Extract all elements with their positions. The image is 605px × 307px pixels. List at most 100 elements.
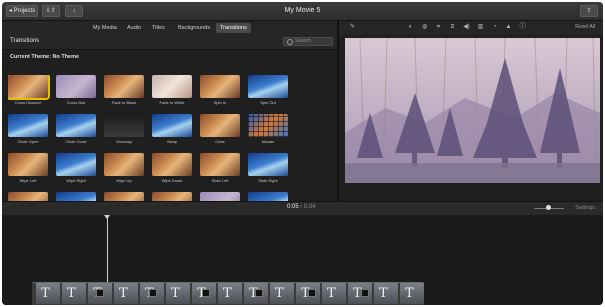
pane-divider[interactable]	[337, 21, 339, 201]
timeline-toolbar: 0:05 / 0:34 Settings	[2, 201, 603, 216]
transition-tile[interactable]: Circle Open	[8, 114, 52, 144]
title-frame-icon: T	[275, 286, 284, 301]
transition-tile[interactable]: Circle Close	[56, 114, 100, 144]
clip-frame[interactable]: T	[36, 283, 60, 304]
transition-thumbnail[interactable]	[56, 153, 96, 176]
transition-label: Mosaic	[261, 139, 275, 144]
current-time: 0:05	[287, 204, 299, 210]
transition-thumbnail[interactable]	[104, 114, 144, 137]
search-placeholder: Search	[295, 38, 311, 44]
magic-wand-icon[interactable]: ✎	[349, 24, 356, 31]
clip-frame[interactable]: T	[114, 283, 138, 304]
transition-label: Swap	[166, 139, 177, 144]
color-correction-icon[interactable]: ◍	[421, 24, 428, 31]
clip-frame[interactable]: T	[62, 283, 86, 304]
crop-icon[interactable]: ⌗	[435, 24, 442, 31]
transition-marker-icon[interactable]	[96, 289, 104, 297]
transition-thumbnail[interactable]	[8, 75, 50, 100]
tab-backgrounds[interactable]: Backgrounds	[174, 23, 214, 33]
volume-icon[interactable]: ◀)	[463, 24, 470, 31]
clip-frame[interactable]: T	[218, 283, 242, 304]
transition-thumbnail[interactable]	[8, 114, 48, 137]
transition-tile[interactable]: Doorway	[104, 114, 148, 144]
transition-label: Wipe Left	[19, 178, 37, 183]
zoom-slider-handle[interactable]	[545, 205, 551, 210]
transition-tile[interactable]: Spin In	[200, 75, 244, 105]
viewer-toolbar: Reset All ✎ ◐ ◍ ⌗ ⧖ ◀) ▥ ◔ ▲ ⓘ	[339, 21, 603, 35]
transition-thumbnail[interactable]	[248, 153, 288, 176]
tab-titles[interactable]: Titles	[148, 23, 169, 33]
clip-frame[interactable]: T	[166, 283, 190, 304]
imovie-window: ◂ Projects ⇩⇧ ↓ My Movie 5 ⇧ My Media Au…	[2, 2, 603, 305]
transition-tile[interactable]: Wipe Left	[8, 153, 52, 183]
transition-tile[interactable]: Wipe Down	[152, 153, 196, 183]
transition-tile[interactable]: Wipe Up	[104, 153, 148, 183]
transition-tile[interactable]: Swap	[152, 114, 196, 144]
clip-strip[interactable]: TTTTTTTTTTTTTTT	[32, 282, 424, 305]
transition-thumbnail[interactable]	[104, 153, 144, 176]
transition-label: Wipe Right	[66, 178, 86, 183]
transition-label: Slide Right	[258, 178, 278, 183]
tab-my-media[interactable]: My Media	[89, 23, 121, 33]
transition-tile[interactable]: Cross Dissolve	[8, 75, 52, 105]
transition-tile[interactable]: Mosaic	[248, 114, 292, 144]
transition-tile[interactable]: Slide Left	[200, 153, 244, 183]
reset-all-button[interactable]: Reset All	[575, 24, 595, 30]
title-frame-icon: T	[379, 286, 388, 301]
browser-title: Transitions	[10, 38, 40, 44]
transition-thumbnail[interactable]	[200, 153, 240, 176]
transition-thumbnail[interactable]	[248, 114, 288, 137]
clip-frame[interactable]: T	[400, 283, 424, 304]
tab-transitions[interactable]: Transitions	[216, 23, 251, 33]
clip-frame[interactable]: T	[270, 283, 294, 304]
transition-tile[interactable]: Cube	[200, 114, 244, 144]
filter-icon[interactable]: ▲	[505, 24, 512, 31]
clip-frame[interactable]: T	[374, 283, 398, 304]
settings-button[interactable]: Settings	[575, 205, 595, 211]
transition-thumbnail[interactable]	[152, 75, 192, 98]
transition-tile[interactable]: Cross Blur	[56, 75, 100, 105]
current-theme-label: Current Theme: No Theme	[10, 54, 80, 60]
transition-thumbnail[interactable]	[200, 114, 240, 137]
transition-tile[interactable]: Fade to Black	[104, 75, 148, 105]
transition-thumbnail[interactable]	[152, 153, 192, 176]
color-balance-icon[interactable]: ◐	[407, 24, 414, 31]
transition-label: Wipe Down	[161, 178, 183, 183]
title-frame-icon: T	[223, 286, 232, 301]
transition-tile[interactable]: Spin Out	[248, 75, 292, 105]
transition-marker-icon[interactable]	[308, 289, 316, 297]
transition-thumbnail[interactable]	[104, 75, 144, 98]
info-icon[interactable]: ⓘ	[519, 24, 526, 31]
transition-thumbnail[interactable]	[56, 114, 96, 137]
search-input[interactable]: Search	[283, 37, 333, 46]
transition-label: Wipe Up	[116, 178, 132, 183]
transition-label: Doorway	[116, 139, 132, 144]
transition-tile[interactable]: Wipe Right	[56, 153, 100, 183]
timeline[interactable]: TTTTTTTTTTTTTTT	[2, 215, 603, 305]
transition-marker-icon[interactable]	[361, 289, 369, 297]
window-title: My Movie 5	[284, 7, 321, 14]
stabilization-icon[interactable]: ⧖	[449, 24, 456, 31]
fullscreen-button[interactable]: ⇧	[580, 5, 598, 17]
transition-tile[interactable]: Fade to White	[152, 75, 196, 105]
clip-frame[interactable]: T	[322, 283, 346, 304]
noise-reduction-icon[interactable]: ▥	[477, 24, 484, 31]
transition-label: Circle Close	[65, 139, 87, 144]
share-export-icon: ⇧	[586, 8, 592, 14]
transition-thumbnail[interactable]	[8, 153, 48, 176]
transition-thumbnail[interactable]	[248, 75, 288, 98]
transition-marker-icon[interactable]	[255, 289, 263, 297]
browser-header: Transitions Search	[2, 35, 337, 50]
title-frame-icon: T	[405, 286, 414, 301]
speed-icon[interactable]: ◔	[491, 24, 498, 31]
transition-marker-icon[interactable]	[149, 289, 157, 297]
transition-marker-icon[interactable]	[202, 289, 210, 297]
transition-tile[interactable]: Slide Right	[248, 153, 292, 183]
tab-audio[interactable]: Audio	[123, 23, 145, 33]
preview-image	[345, 38, 600, 183]
transition-thumbnail[interactable]	[200, 75, 240, 98]
transition-thumbnail[interactable]	[56, 75, 96, 98]
transitions-grid: Cross Dissolve Cross Blur Fade to Black Fad…	[8, 75, 338, 205]
viewer-preview	[345, 38, 600, 183]
transition-thumbnail[interactable]	[152, 114, 192, 137]
